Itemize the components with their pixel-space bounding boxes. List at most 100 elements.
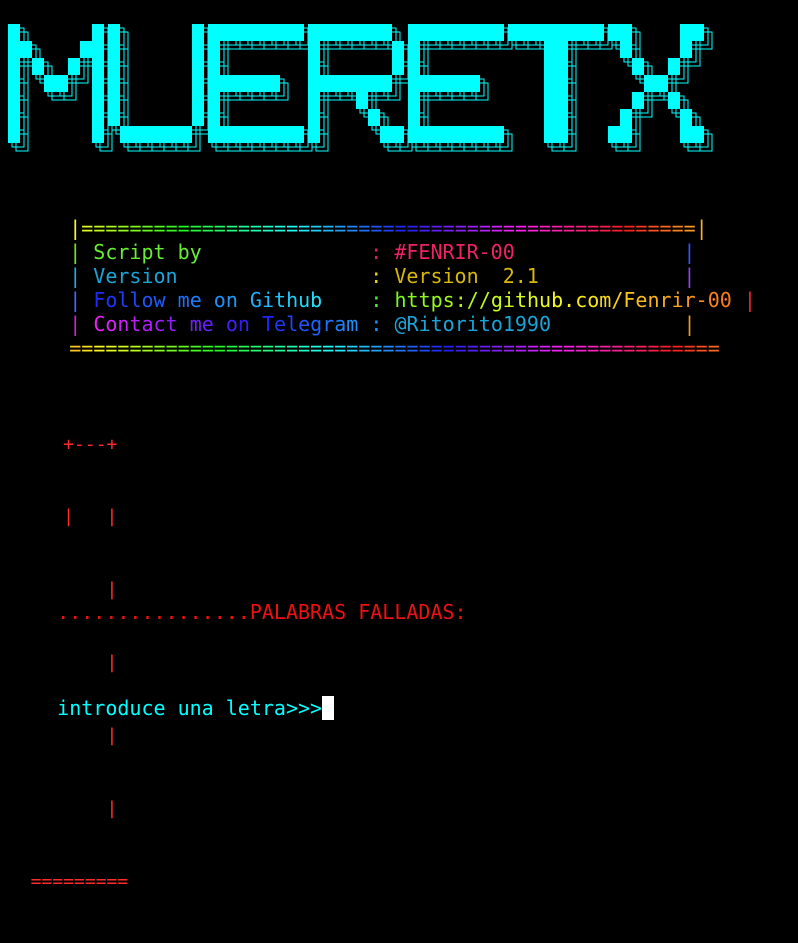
hangman-gallows: +---+ | | | | | | ========= — [9, 384, 129, 943]
banner-block — [244, 126, 256, 143]
text-cursor[interactable] — [322, 696, 335, 720]
banner-block — [208, 109, 220, 126]
gallows-line: | — [9, 798, 118, 820]
banner-block — [408, 41, 420, 58]
banner-block — [692, 126, 704, 143]
input-prompt-label: introduce una letra>>> — [57, 696, 323, 720]
banner-block — [608, 24, 620, 41]
banner-block — [208, 41, 220, 58]
banner-block — [444, 75, 456, 92]
banner-block — [92, 126, 104, 143]
banner-block — [620, 24, 632, 41]
banner-block — [556, 24, 568, 41]
banner-block — [680, 24, 692, 41]
banner-block — [92, 58, 104, 75]
banner-block — [308, 109, 320, 126]
banner-block — [492, 24, 504, 41]
banner-block — [208, 75, 220, 92]
banner-block — [8, 58, 20, 75]
banner-block — [192, 24, 204, 41]
banner-block — [108, 58, 120, 75]
banner-block — [208, 24, 220, 41]
banner-block — [408, 109, 420, 126]
banner-block — [108, 75, 120, 92]
banner-block — [456, 75, 468, 92]
banner-block — [32, 58, 44, 75]
banner-block — [692, 24, 704, 41]
banner-block — [356, 75, 368, 92]
banner-block — [280, 126, 292, 143]
banner-block — [680, 109, 692, 126]
banner-letter-e — [408, 24, 513, 152]
banner-block — [680, 126, 692, 143]
banner-block — [308, 75, 320, 92]
banner-block — [292, 126, 304, 143]
banner-block — [468, 126, 480, 143]
banner-block — [532, 24, 544, 41]
banner-block — [420, 126, 432, 143]
banner-block — [344, 75, 356, 92]
banner-block — [192, 41, 204, 58]
banner-block — [392, 58, 404, 75]
banner-block — [408, 75, 420, 92]
banner-block — [620, 41, 632, 58]
failed-words-label: ................PALABRAS FALLADAS: — [57, 600, 467, 624]
banner-block — [20, 41, 32, 58]
banner-block — [432, 126, 444, 143]
banner-block — [444, 24, 456, 41]
terminal-window[interactable]: | =======================================… — [0, 0, 798, 892]
banner-block — [356, 92, 368, 109]
banner-block — [508, 24, 520, 41]
banner-block — [344, 24, 356, 41]
banner-block — [380, 24, 392, 41]
banner-block — [56, 75, 68, 92]
info-row-script-by: | Script by : #FENRIR-00 | — [9, 216, 695, 264]
banner-block — [568, 24, 580, 41]
input-prompt-line[interactable]: introduce una letra>>> — [9, 672, 335, 720]
banner-block — [120, 126, 132, 143]
banner-block — [220, 126, 232, 143]
banner-block — [656, 75, 668, 92]
banner-block — [544, 109, 556, 126]
banner-block — [268, 24, 280, 41]
banner-block — [544, 92, 556, 109]
failed-words-line: ................PALABRAS FALLADAS: — [9, 576, 466, 624]
banner-ascii-art — [8, 24, 713, 152]
banner-block — [256, 24, 268, 41]
banner-block — [368, 24, 380, 41]
banner-block — [556, 126, 568, 143]
banner-block — [620, 126, 632, 143]
banner-block — [308, 58, 320, 75]
banner-block — [444, 126, 456, 143]
gallows-line: | | — [9, 506, 118, 528]
banner-block — [208, 92, 220, 109]
banner-block — [556, 75, 568, 92]
banner-block — [556, 109, 568, 126]
banner-block — [308, 126, 320, 143]
banner-block — [632, 92, 644, 109]
banner-block — [308, 24, 320, 41]
banner-block — [408, 24, 420, 41]
banner-block — [320, 75, 332, 92]
banner-block — [432, 24, 444, 41]
banner-block — [620, 109, 632, 126]
banner-block — [392, 126, 404, 143]
banner-block — [644, 75, 656, 92]
banner-letters — [8, 24, 713, 152]
info-box-bottom-border: ========================================… — [9, 312, 720, 360]
banner-block — [220, 75, 232, 92]
banner-block — [244, 24, 256, 41]
banner-block — [544, 24, 556, 41]
banner-block — [580, 24, 592, 41]
banner-block — [544, 58, 556, 75]
banner-block — [368, 109, 380, 126]
banner-block — [420, 75, 432, 92]
banner-block — [392, 41, 404, 58]
banner-block — [292, 24, 304, 41]
banner-block — [8, 24, 20, 41]
banner-block — [108, 109, 120, 126]
banner-block — [92, 24, 104, 41]
banner-block — [108, 41, 120, 58]
banner-block — [556, 92, 568, 109]
banner-block — [132, 126, 144, 143]
